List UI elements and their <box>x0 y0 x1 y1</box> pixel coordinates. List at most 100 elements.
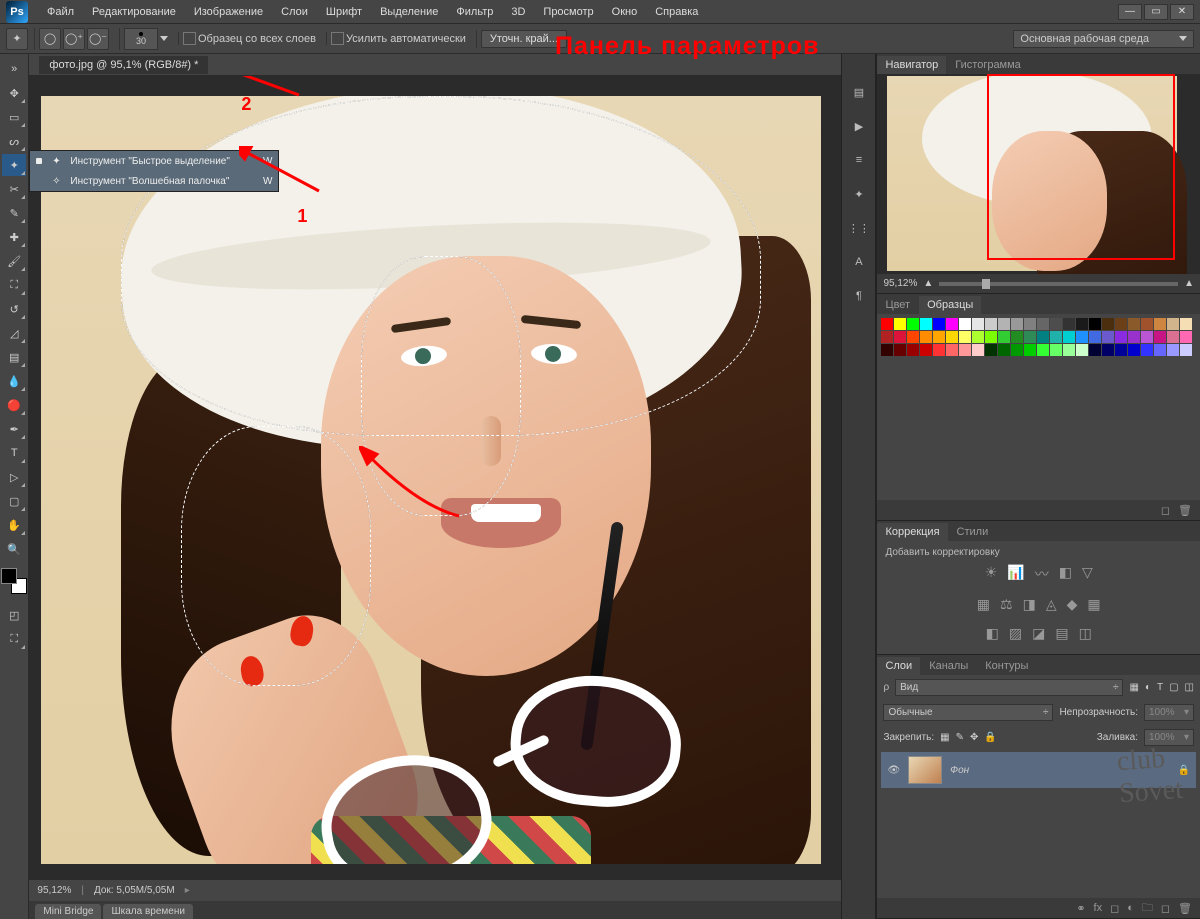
swatch[interactable] <box>1089 318 1101 330</box>
filter-smart-icon[interactable]: ◫ <box>1185 682 1194 693</box>
new-selection-icon[interactable]: ◯ <box>39 28 61 50</box>
swatch[interactable] <box>946 331 958 343</box>
swatch[interactable] <box>1063 331 1075 343</box>
swatch[interactable] <box>1063 318 1075 330</box>
document-tab[interactable]: фото.jpg @ 95,1% (RGB/8#) * <box>39 56 208 74</box>
layer-fx-icon[interactable]: fx <box>1094 902 1103 914</box>
menu-view[interactable]: Просмотр <box>534 6 602 18</box>
swatch[interactable] <box>1128 318 1140 330</box>
menu-help[interactable]: Справка <box>646 6 707 18</box>
add-selection-icon[interactable]: ◯⁺ <box>63 28 85 50</box>
type-tool[interactable]: T <box>2 442 26 464</box>
swatch[interactable] <box>959 331 971 343</box>
navigator-viewport-rect[interactable] <box>987 74 1175 260</box>
tab-toggle-icon[interactable]: » <box>2 58 26 80</box>
swatch[interactable] <box>1154 318 1166 330</box>
blur-tool[interactable]: 💧 <box>2 370 26 392</box>
history-brush-tool[interactable]: ↺ <box>2 298 26 320</box>
path-select-tool[interactable]: ▷ <box>2 466 26 488</box>
menu-edit[interactable]: Редактирование <box>83 6 185 18</box>
swatch[interactable] <box>894 331 906 343</box>
move-tool[interactable]: ✥ <box>2 82 26 104</box>
lock-transparency-icon[interactable]: ▦ <box>940 732 949 743</box>
invert-icon[interactable]: ◧ <box>986 625 999 642</box>
tab-mini-bridge[interactable]: Mini Bridge <box>35 904 101 919</box>
rail-paragraph-icon[interactable]: ¶ <box>846 286 872 306</box>
swatch[interactable] <box>933 331 945 343</box>
swatch[interactable] <box>1102 318 1114 330</box>
tool-preset-icon[interactable]: ✦ <box>6 28 28 50</box>
crop-tool[interactable]: ✂ <box>2 178 26 200</box>
filter-adj-icon[interactable]: ◐ <box>1145 682 1151 693</box>
posterize-icon[interactable]: ▨ <box>1009 625 1022 642</box>
delete-swatch-icon[interactable]: 🗑 <box>1178 504 1192 517</box>
lock-position-icon[interactable]: ✥ <box>970 732 978 743</box>
quick-select-tool[interactable]: ✦ <box>2 154 26 176</box>
swatch[interactable] <box>972 318 984 330</box>
tab-histogram[interactable]: Гистограмма <box>947 56 1029 74</box>
levels-icon[interactable]: 📊 <box>1007 564 1024 584</box>
gradient-map-icon[interactable]: ▤ <box>1055 625 1068 642</box>
swatch[interactable] <box>1141 331 1153 343</box>
new-group-icon[interactable]: 🗀 <box>1142 899 1153 918</box>
swatch[interactable] <box>1167 318 1179 330</box>
menu-3d[interactable]: 3D <box>502 6 534 18</box>
swatch[interactable] <box>1076 318 1088 330</box>
layer-mask-icon[interactable]: ◻ <box>1110 902 1119 915</box>
rail-presets-icon[interactable]: ⋮⋮ <box>846 218 872 238</box>
status-zoom[interactable]: 95,12% <box>37 885 71 896</box>
bw-icon[interactable]: ◨ <box>1023 596 1036 613</box>
swatch[interactable] <box>1167 344 1179 356</box>
channel-mixer-icon[interactable]: ◆ <box>1067 596 1078 613</box>
swatch[interactable] <box>998 331 1010 343</box>
swatch[interactable] <box>1154 331 1166 343</box>
menu-window[interactable]: Окно <box>603 6 647 18</box>
opacity-input[interactable]: 100%▾ <box>1144 704 1194 721</box>
swatch[interactable] <box>1115 318 1127 330</box>
stamp-tool[interactable]: ⛶ <box>2 274 26 296</box>
workspace-switcher[interactable]: Основная рабочая среда <box>1013 30 1194 48</box>
blend-mode-dropdown[interactable]: Обычные÷ <box>883 704 1053 721</box>
swatch[interactable] <box>1180 318 1192 330</box>
navigator-view[interactable] <box>877 74 1200 274</box>
swatch[interactable] <box>1141 344 1153 356</box>
layer-filter-dropdown[interactable]: Вид÷ <box>895 679 1123 696</box>
swatch[interactable] <box>1011 318 1023 330</box>
swatch[interactable] <box>985 344 997 356</box>
swatch[interactable] <box>946 344 958 356</box>
menu-file[interactable]: Файл <box>38 6 83 18</box>
swatch[interactable] <box>1167 331 1179 343</box>
zoom-in-icon[interactable]: ▲ <box>1184 278 1194 289</box>
swatch[interactable] <box>881 331 893 343</box>
swatch[interactable] <box>1011 344 1023 356</box>
sample-all-checkbox[interactable] <box>183 32 196 45</box>
swatch[interactable] <box>1180 344 1192 356</box>
swatch[interactable] <box>1076 331 1088 343</box>
rail-brushes-icon[interactable]: ✦ <box>846 184 872 204</box>
swatch[interactable] <box>907 318 919 330</box>
rail-play-icon[interactable]: ▶ <box>846 116 872 136</box>
eyedropper-tool[interactable]: ✎ <box>2 202 26 224</box>
swatch[interactable] <box>933 318 945 330</box>
new-swatch-icon[interactable]: ◻ <box>1161 504 1170 517</box>
lasso-tool[interactable]: ᔕ <box>2 130 26 152</box>
swatch[interactable] <box>894 318 906 330</box>
menu-type[interactable]: Шрифт <box>317 6 371 18</box>
new-adjustment-icon[interactable]: ◐ <box>1127 902 1134 914</box>
swatch[interactable] <box>1037 344 1049 356</box>
swatch[interactable] <box>1050 344 1062 356</box>
filter-type-icon[interactable]: T <box>1157 682 1163 693</box>
color-swatches[interactable] <box>1 568 27 594</box>
swatch[interactable] <box>1024 318 1036 330</box>
swatch[interactable] <box>1037 318 1049 330</box>
canvas[interactable]: ✦ Инструмент "Быстрое выделение" W ✧ Инс… <box>29 76 841 879</box>
navigator-zoom-slider[interactable] <box>939 282 1178 286</box>
eraser-tool[interactable]: ◿ <box>2 322 26 344</box>
menu-layer[interactable]: Слои <box>272 6 317 18</box>
zoom-tool[interactable]: 🔍 <box>2 538 26 560</box>
swatch[interactable] <box>1063 344 1075 356</box>
swatch[interactable] <box>985 318 997 330</box>
healing-tool[interactable]: ✚ <box>2 226 26 248</box>
tab-layers[interactable]: Слои <box>877 657 920 675</box>
curves-icon[interactable]: 〰 <box>1035 564 1049 584</box>
